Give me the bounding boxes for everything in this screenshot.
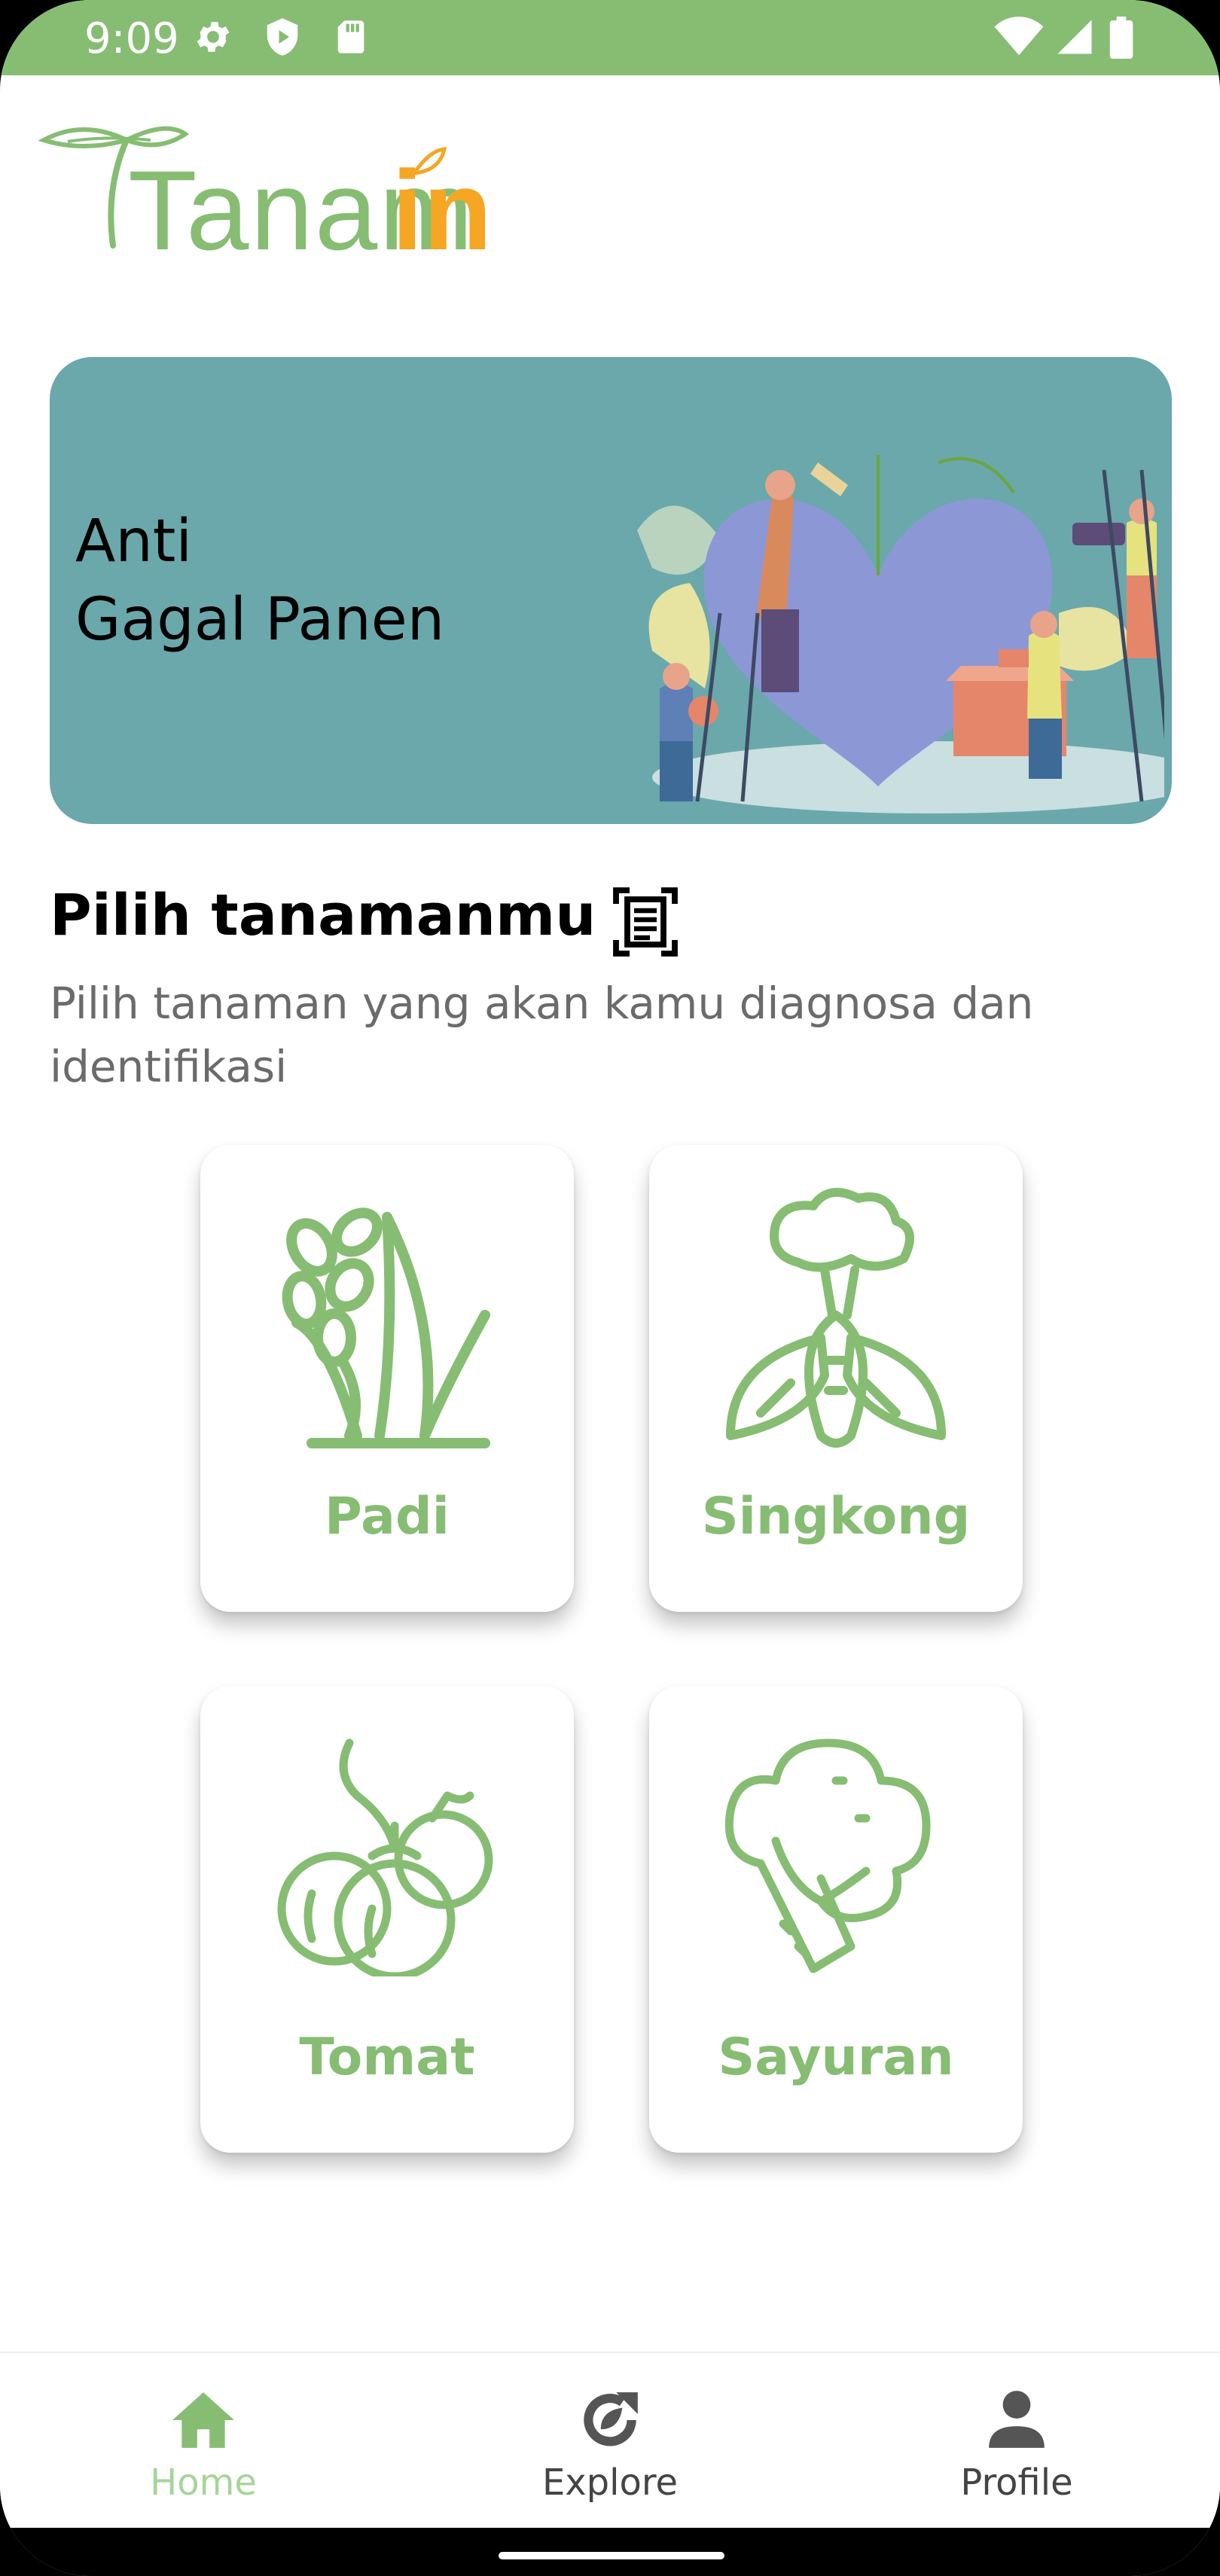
rice-plant-icon: [282, 1207, 490, 1448]
bottom-navigation: Home Explore Profile: [0, 2352, 1220, 2529]
logo-wordmark-accent: in: [392, 147, 493, 273]
cassava-icon: [726, 1188, 946, 1448]
battery-icon: [1109, 17, 1133, 59]
section-title: Pilih tanamanmu: [50, 881, 596, 948]
status-bar: 9:09: [0, 0, 1220, 75]
nav-label: Home: [150, 2462, 257, 2504]
plant-card-label: Sayuran: [718, 2028, 954, 2087]
home-icon: [172, 2392, 234, 2448]
plant-card-padi[interactable]: Padi: [200, 1145, 574, 1612]
gardening-illustration: [637, 455, 1164, 813]
nav-item-home[interactable]: Home: [0, 2353, 407, 2529]
explore-icon: [584, 2392, 638, 2446]
promo-banner[interactable]: Anti Gagal Panen: [50, 357, 1172, 824]
signal-icon: [1057, 20, 1092, 54]
shield-play-icon: [267, 18, 298, 56]
nav-item-profile[interactable]: Profile: [813, 2353, 1220, 2529]
status-time: 9:09: [84, 14, 179, 63]
nav-label: Profile: [960, 2462, 1073, 2504]
plant-card-sayuran[interactable]: Sayuran: [649, 1686, 1023, 2153]
person-icon: [989, 2391, 1045, 2448]
gear-icon: [197, 22, 230, 52]
plant-card-tomat[interactable]: Tomat: [200, 1686, 574, 2153]
app-logo: Tanam in: [38, 113, 492, 267]
home-gesture-handle[interactable]: [499, 2552, 724, 2559]
plant-card-label: Singkong: [701, 1487, 971, 1546]
banner-title-line1: Anti: [75, 508, 193, 575]
tomato-icon: [277, 1738, 493, 1976]
section-subtitle: Pilih tanaman yang akan kamu diagnosa da…: [50, 978, 1034, 1092]
broccoli-icon: [724, 1738, 931, 1973]
plant-card-label: Tomat: [299, 2028, 475, 2087]
nav-label: Explore: [541, 2462, 679, 2504]
sd-card-icon: [337, 20, 364, 53]
plant-card-label: Padi: [325, 1487, 450, 1546]
wifi-icon: [994, 17, 1044, 56]
nav-item-explore[interactable]: Explore: [407, 2353, 813, 2529]
scan-document-icon[interactable]: [612, 886, 679, 958]
app-screen: 9:09 Tanam in Anti Gagal Panen Pilih tan…: [0, 0, 1220, 2576]
banner-title-line2: Gagal Panen: [75, 586, 445, 654]
plant-card-singkong[interactable]: Singkong: [649, 1145, 1023, 1612]
